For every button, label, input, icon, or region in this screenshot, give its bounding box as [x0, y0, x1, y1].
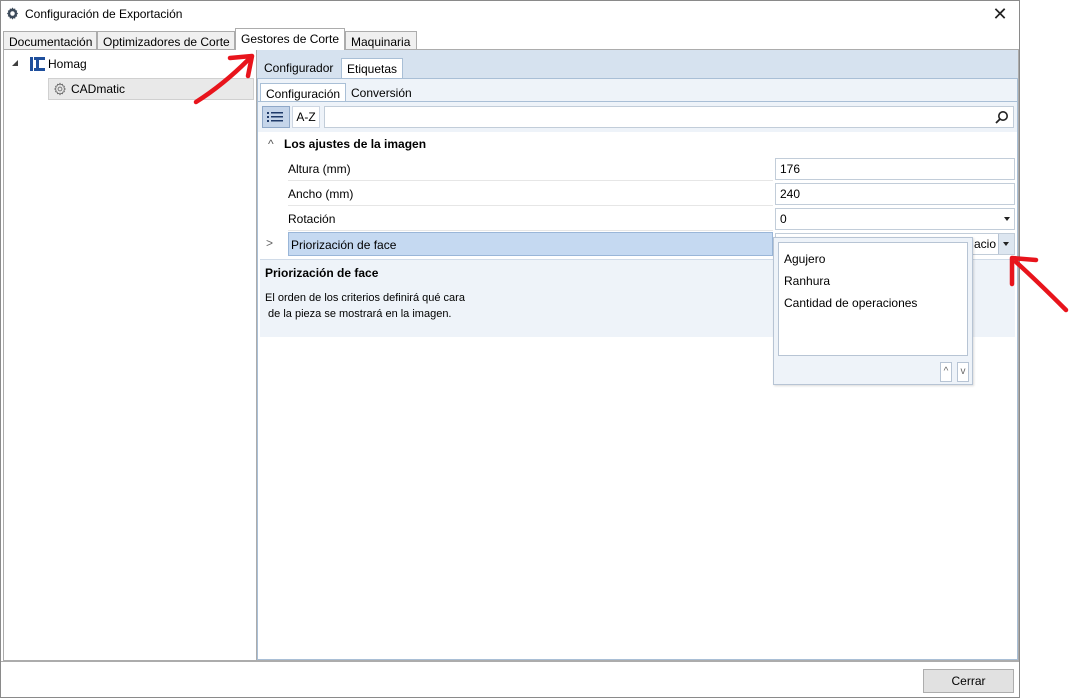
annotation-arrow-icon — [193, 53, 255, 105]
list-item[interactable]: Cantidad de operaciones — [784, 293, 917, 313]
tab-configurador[interactable]: Configurador — [259, 58, 338, 78]
homag-logo-icon — [30, 57, 45, 71]
annotation-arrow-icon — [1009, 255, 1069, 313]
collapse-triangle-icon[interactable] — [12, 60, 18, 66]
cerrar-button[interactable]: Cerrar — [923, 669, 1014, 693]
property-name-label: Ancho (mm) — [288, 187, 354, 201]
sub-tabbar: Configurador Etiquetas — [257, 50, 1018, 78]
chevron-up-icon[interactable]: ^ — [268, 132, 274, 156]
bottom-bar: Cerrar — [1, 661, 1019, 697]
chevron-right-icon[interactable]: > — [266, 236, 273, 250]
property-row-rotacion[interactable]: Rotación 0 — [288, 207, 1015, 231]
priorizacion-popup: Agujero Ranhura Cantidad de operaciones … — [773, 237, 973, 385]
category-label: Los ajustes de la imagen — [284, 137, 427, 151]
tab-documentacion[interactable]: Documentación — [3, 31, 97, 50]
list-item[interactable]: Agujero — [784, 249, 825, 269]
property-name: Altura (mm) — [288, 157, 773, 181]
tab-gestores-de-corte[interactable]: Gestores de Corte — [235, 28, 345, 50]
move-up-button[interactable]: ^ — [940, 362, 952, 382]
property-row-altura[interactable]: Altura (mm) 176 — [288, 157, 1015, 181]
tree-item-label: Homag — [48, 57, 87, 71]
category-header[interactable]: ^ Los ajustes de la imagen — [260, 132, 1015, 156]
property-name-label: Priorización de face — [291, 238, 397, 252]
property-row-ancho[interactable]: Ancho (mm) 240 — [288, 182, 1015, 206]
list-item[interactable]: Ranhura — [784, 271, 830, 291]
altura-value-field[interactable]: 176 — [775, 158, 1015, 180]
tab-configuracion[interactable]: Configuración — [260, 83, 347, 102]
magnifier-icon[interactable] — [995, 110, 1009, 124]
ancho-value-field[interactable]: 240 — [775, 183, 1015, 205]
search-input[interactable] — [324, 106, 1014, 128]
priority-list[interactable]: Agujero Ranhura Cantidad de operaciones — [778, 242, 968, 356]
export-config-window: Configuración de Exportación ✕ Documenta… — [0, 0, 1020, 698]
dropdown-arrow-icon[interactable] — [1004, 217, 1010, 221]
property-name: Ancho (mm) — [288, 182, 773, 206]
tree-item-label: CADmatic — [71, 82, 126, 96]
alphabetical-button[interactable]: A-Z — [292, 106, 320, 128]
property-name-label: Altura (mm) — [288, 162, 351, 176]
window-close-button[interactable]: ✕ — [989, 3, 1011, 25]
tab-etiquetas[interactable]: Etiquetas — [341, 58, 404, 78]
property-name-label: Rotación — [288, 212, 336, 226]
rotacion-value: 0 — [780, 212, 787, 226]
title-bar: Configuración de Exportación ✕ — [1, 1, 1019, 27]
rotacion-combo[interactable]: 0 — [775, 208, 1015, 230]
priorizacion-value: acio — [973, 237, 996, 251]
tab-maquinaria[interactable]: Maquinaria — [345, 31, 417, 50]
window-title: Configuración de Exportación — [25, 7, 183, 21]
move-down-button[interactable]: v — [957, 362, 969, 382]
categorized-list-icon — [267, 112, 283, 122]
gear-icon — [54, 82, 66, 96]
property-name: Priorización de face — [288, 232, 773, 256]
tab-conversion[interactable]: Conversión — [346, 83, 417, 102]
property-name: Rotación — [288, 207, 773, 231]
description-text: El orden de los criterios definirá qué c… — [265, 292, 465, 320]
tree-view: Homag CADmatic — [4, 50, 256, 660]
description-title: Priorización de face — [265, 266, 379, 280]
etiquetas-tabbar: Configuración Conversión — [258, 79, 1017, 102]
gear-icon — [6, 7, 19, 20]
tab-optimizadores-de-corte[interactable]: Optimizadores de Corte — [97, 31, 235, 50]
